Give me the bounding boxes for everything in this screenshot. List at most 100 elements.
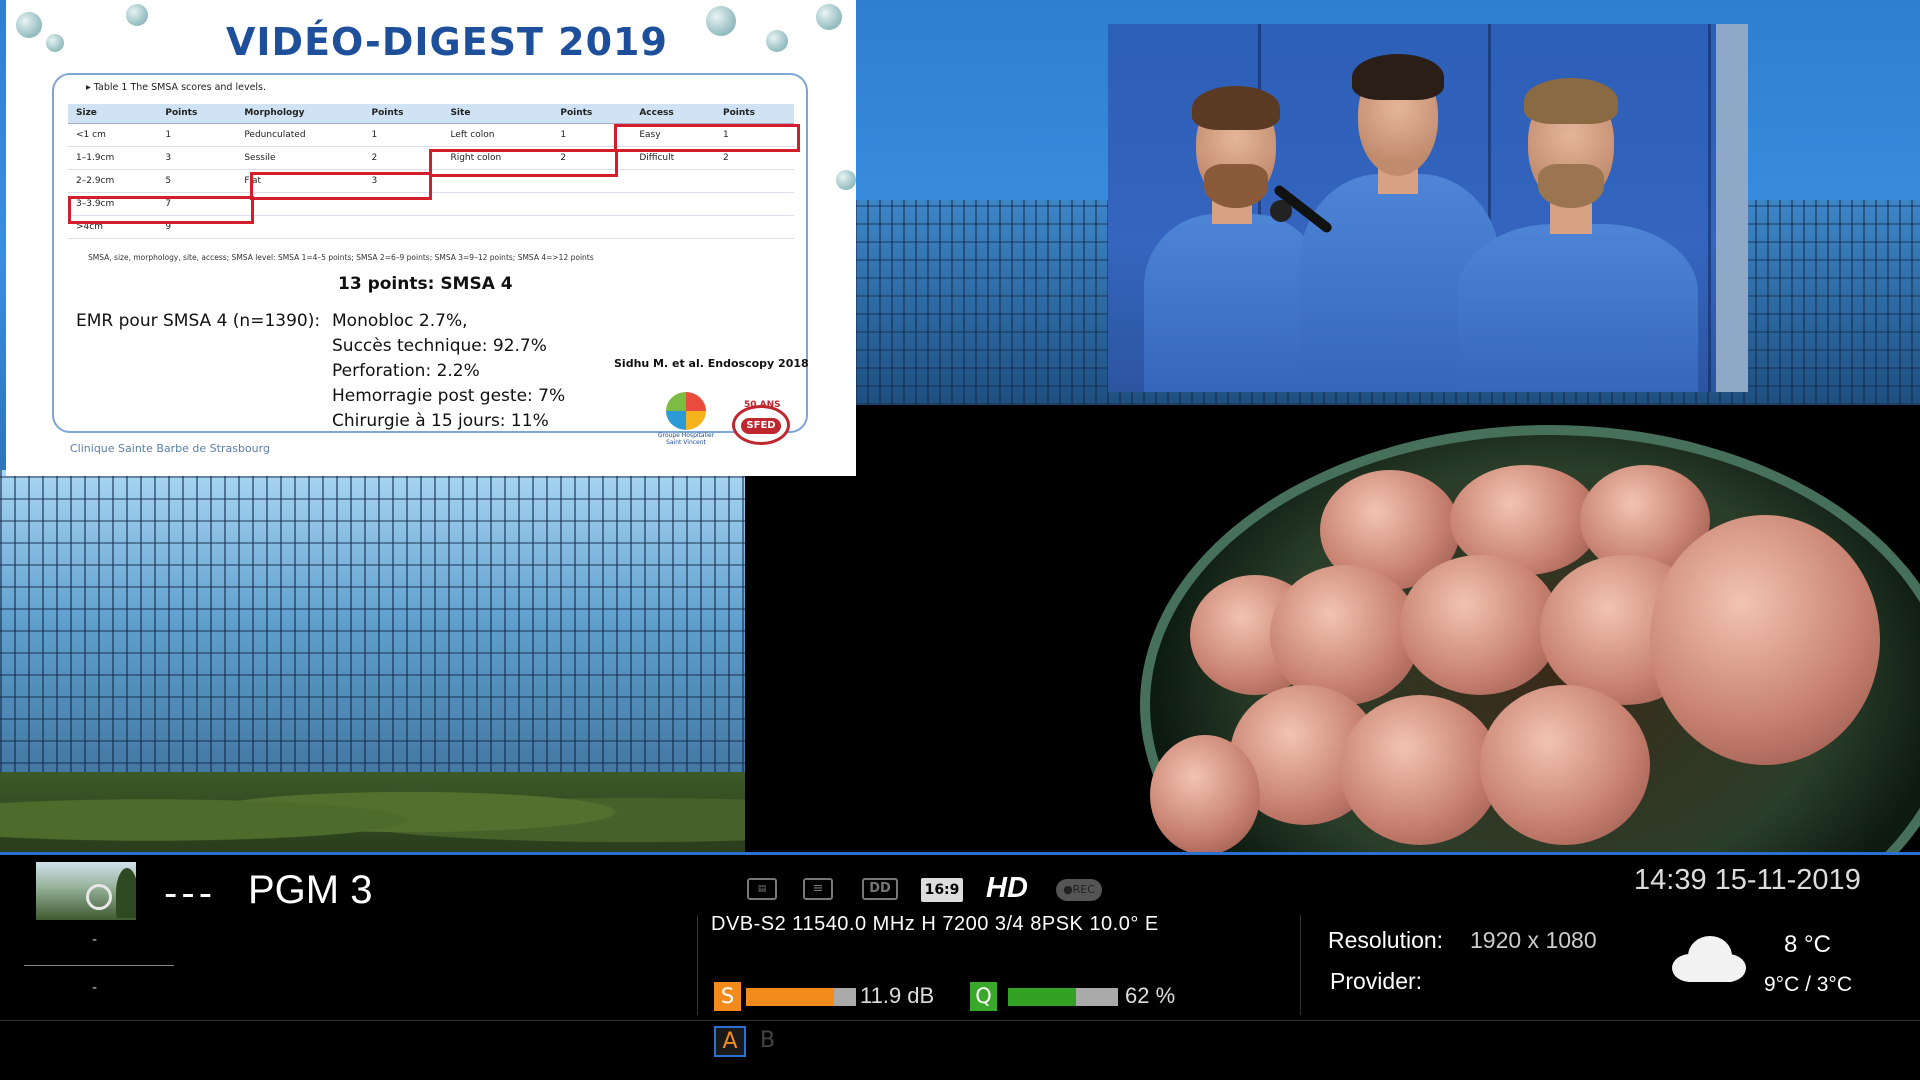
resolution-value: 1920 x 1080 (1470, 927, 1597, 953)
rec-icon: ●REC (1056, 879, 1102, 901)
table-header-row: Size Points Morphology Points Site Point… (68, 104, 794, 124)
background-trees (0, 772, 745, 852)
dolby-icon: DD (862, 878, 898, 900)
table-header: Points (157, 104, 237, 124)
audio-track-b[interactable]: B (760, 1028, 775, 1053)
table-cell (631, 192, 716, 216)
hd-icon: HD (986, 872, 1028, 904)
molecule-decoration (126, 4, 148, 26)
table-header: Access (631, 104, 716, 124)
table-cell: <1 cm (68, 123, 158, 147)
table-cell: 5 (157, 169, 237, 193)
table-cell (631, 169, 716, 193)
table-cell (442, 215, 553, 239)
infobar-divider (0, 1020, 1920, 1021)
table-cell: 2–2.9cm (68, 169, 158, 193)
event-divider (24, 965, 174, 966)
table-cell (236, 215, 364, 239)
table-cell: 1 (363, 123, 443, 147)
table-cell (715, 215, 794, 239)
signal-strength-value: 11.9 dB (860, 983, 935, 1008)
clinic-name: Clinique Sainte Barbe de Strasbourg (70, 442, 270, 455)
panel-video (1108, 24, 1748, 392)
result-line: Monobloc 2.7%, (332, 311, 468, 331)
now-event: - (92, 932, 98, 948)
citation: Sidhu M. et al. Endoscopy 2018 (614, 357, 809, 370)
hospital-logo-text: Groupe Hospitalier Saint Vincent (657, 432, 715, 446)
tuner-info: DVB-S2 11540.0 MHz H 7200 3/4 8PSK 10.0°… (711, 913, 1159, 935)
aspect-ratio-icon: 16:9 (921, 878, 963, 902)
sfed-logo-text: SFED (741, 418, 781, 434)
channel-logo (36, 862, 136, 920)
polyp (1340, 695, 1500, 845)
signal-quality-fill (1008, 988, 1077, 1006)
table-header: Points (715, 104, 794, 124)
polyp (1400, 555, 1560, 695)
subtitle-icon: ▤ (747, 878, 777, 900)
provider-label: Provider: (1330, 968, 1423, 994)
cloud-icon (1672, 936, 1746, 982)
table-cell (363, 215, 443, 239)
molecule-decoration (816, 4, 842, 30)
person-1 (1144, 214, 1324, 392)
audio-track-a[interactable]: A (714, 1026, 746, 1057)
result-line: Hemorragie post geste: 7% (332, 386, 566, 406)
result-line: Succès technique: 92.7% (332, 336, 547, 356)
polyp (1650, 515, 1880, 765)
table-cell (442, 192, 553, 216)
highlight-box (614, 124, 800, 152)
table-cell (631, 215, 716, 239)
person-3 (1458, 224, 1698, 392)
points-summary: 13 points: SMSA 4 (338, 274, 513, 294)
table-cell (715, 169, 794, 193)
presentation-slide: VIDÉO-DIGEST 2019 ▸ Table 1 The SMSA sco… (6, 0, 856, 476)
table-header: Points (363, 104, 443, 124)
table-cell: 3 (157, 146, 237, 170)
table-header: Size (68, 104, 158, 124)
molecule-decoration (46, 34, 64, 52)
result-line: Chirurgie à 15 jours: 11% (332, 411, 549, 431)
highlight-box (68, 196, 254, 224)
molecule-decoration (766, 30, 788, 52)
polyp (1150, 735, 1260, 852)
table-header: Site (442, 104, 553, 124)
polyp (1480, 685, 1650, 845)
molecule-decoration (836, 170, 856, 190)
satellite-dish-icon (86, 884, 112, 910)
table-cell: Pedunculated (236, 123, 364, 147)
table-cell: 1 (157, 123, 237, 147)
table-caption: ▸ Table 1 The SMSA scores and levels. (86, 82, 267, 93)
channel-number: --- (164, 872, 217, 915)
divider (697, 915, 698, 1015)
molecule-decoration (16, 12, 42, 38)
signal-strength-label: S (714, 982, 741, 1011)
signal-quality-label: Q (970, 982, 997, 1011)
temperature: 8 °C (1784, 931, 1831, 958)
table-cell: Left colon (442, 123, 553, 147)
tree-icon (116, 868, 136, 918)
channel-name: PGM 3 (248, 868, 373, 912)
clock: 14:39 15-11-2019 (1634, 864, 1861, 896)
program-video: VIDÉO-DIGEST 2019 ▸ Table 1 The SMSA sco… (0, 0, 1920, 852)
table-cell: 1–1.9cm (68, 146, 158, 170)
polyp (1270, 565, 1420, 705)
result-line: Perforation: 2.2% (332, 361, 480, 381)
temperature-range: 9°C / 3°C (1764, 973, 1852, 996)
molecule-decoration (706, 6, 736, 36)
table-cell (552, 215, 632, 239)
endoscopy-video (1080, 405, 1920, 852)
slide-title: VIDÉO-DIGEST 2019 (226, 20, 668, 64)
resolution-label: Resolution: (1328, 927, 1444, 953)
table-header: Points (552, 104, 632, 124)
signal-strength-fill (746, 988, 834, 1006)
table-cell (715, 192, 794, 216)
table-note: SMSA, size, morphology, site, access; SM… (88, 253, 594, 262)
highlight-box (250, 172, 432, 200)
signal-quality-value: 62 % (1125, 983, 1176, 1008)
table-header: Morphology (236, 104, 364, 124)
divider (1300, 915, 1301, 1015)
emr-label: EMR pour SMSA 4 (n=1390): (76, 311, 321, 331)
teletext-icon: ≡ (803, 878, 833, 900)
table-cell (552, 192, 632, 216)
next-event: - (92, 980, 98, 996)
